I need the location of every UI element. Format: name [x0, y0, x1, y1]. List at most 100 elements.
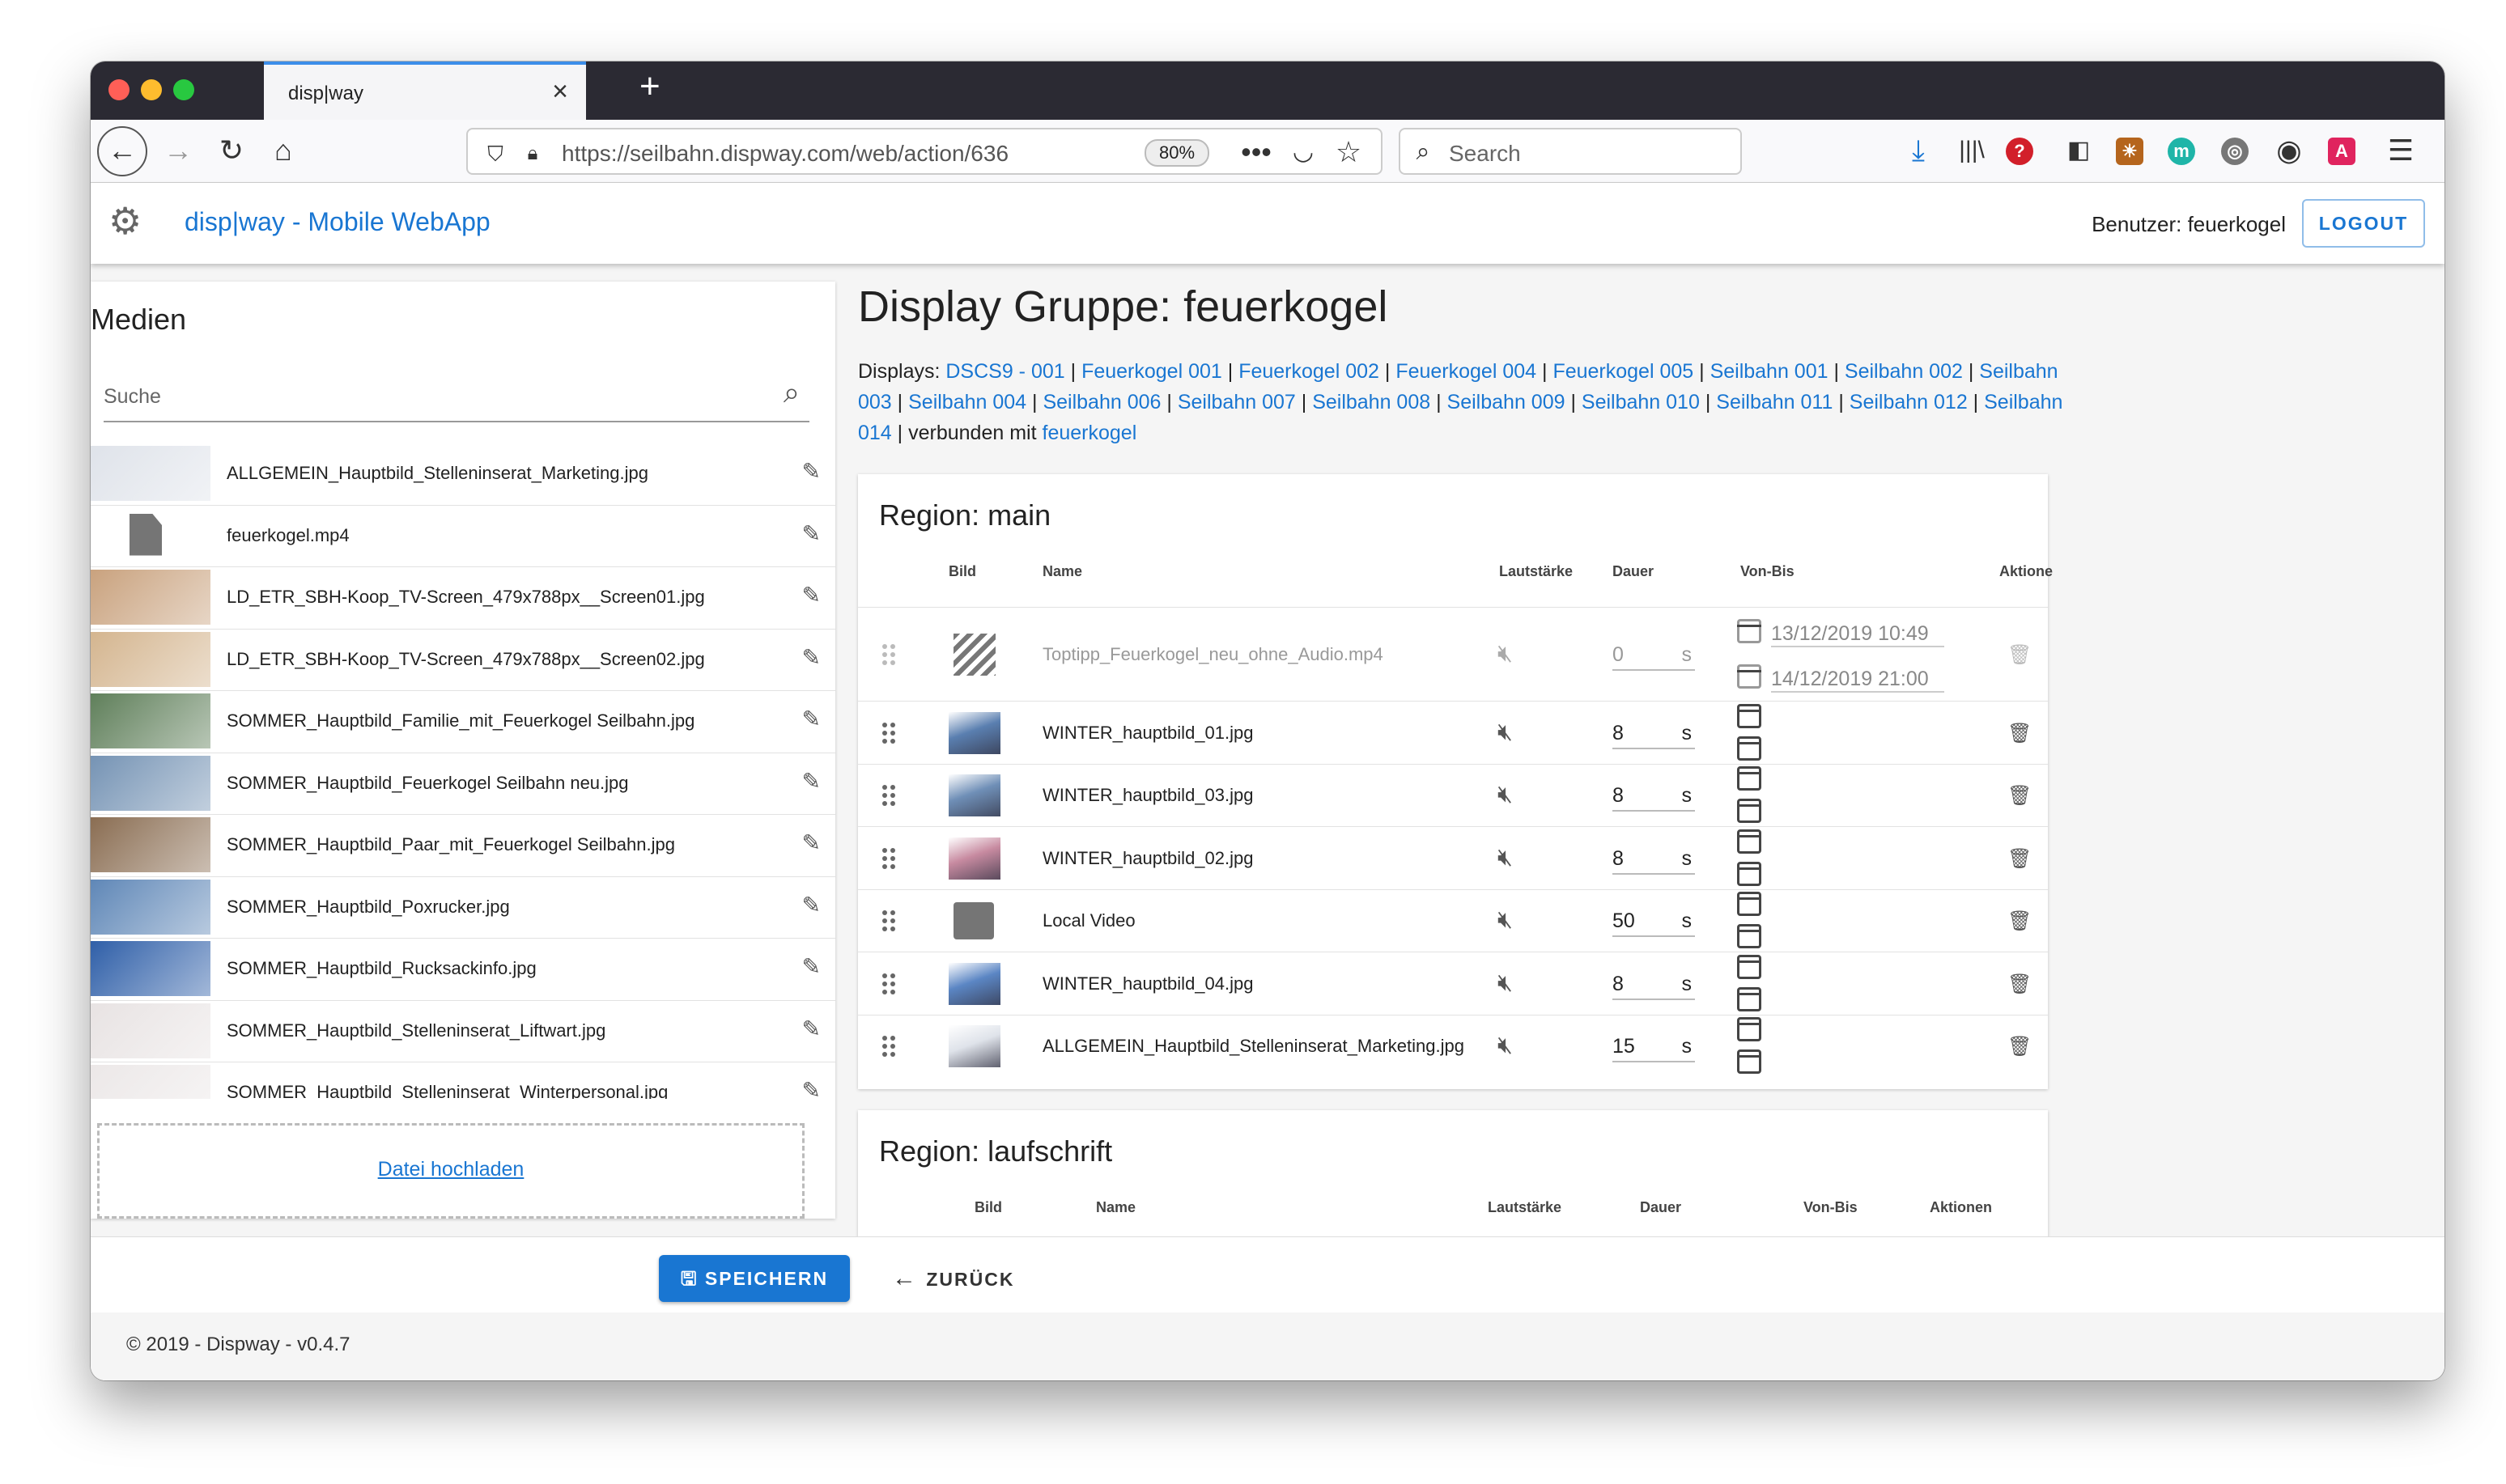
minimize-window-button[interactable]	[141, 79, 162, 100]
media-list-item[interactable]: SOMMER_Hauptbild_Stelleninserat_Liftwart…	[91, 1001, 835, 1062]
mute-icon[interactable]: 🔇︎	[1497, 640, 1513, 668]
calendar-icon[interactable]	[1737, 954, 1761, 979]
display-link[interactable]: Seilbahn 009	[1447, 391, 1565, 413]
media-list-item[interactable]: ALLGEMEIN_Hauptbild_Stelleninserat_Marke…	[91, 443, 835, 506]
drag-handle-icon[interactable]	[882, 910, 898, 932]
calendar-icon[interactable]	[1737, 892, 1761, 917]
duration-input[interactable]: 8s	[1612, 784, 1695, 812]
extension-globe-icon[interactable]: ◎	[2221, 138, 2249, 165]
media-list-item[interactable]: SOMMER_Hauptbild_Paar_mit_Feuerkogel Sei…	[91, 815, 835, 877]
mute-icon[interactable]: 🔇︎	[1497, 906, 1513, 934]
extension-a-icon[interactable]: A	[2328, 138, 2355, 165]
date-from[interactable]: 13/12/2019 10:49	[1771, 622, 1944, 647]
edit-pencil-icon[interactable]: ✎	[802, 892, 821, 918]
display-link[interactable]: DSCS9 - 001	[945, 360, 1064, 383]
duration-input[interactable]: 8s	[1612, 847, 1695, 875]
menu-icon[interactable]: ☰	[2381, 131, 2420, 170]
calendar-icon[interactable]	[1737, 986, 1761, 1011]
calendar-icon[interactable]	[1737, 736, 1761, 761]
search-icon[interactable]: ⌕	[784, 375, 800, 410]
display-link[interactable]: Seilbahn 006	[1043, 391, 1161, 413]
display-link[interactable]: Feuerkogel 002	[1238, 360, 1379, 383]
delete-icon[interactable]: 🗑︎	[2007, 1035, 2032, 1058]
edit-pencil-icon[interactable]: ✎	[802, 520, 821, 547]
calendar-icon[interactable]	[1737, 766, 1761, 791]
calendar-icon[interactable]	[1737, 829, 1761, 854]
shield-icon[interactable]: ⛉	[476, 134, 515, 173]
edit-pencil-icon[interactable]: ✎	[802, 953, 821, 980]
duration-input[interactable]: 8s	[1612, 973, 1695, 1000]
display-link[interactable]: Seilbahn 008	[1312, 391, 1430, 413]
edit-pencil-icon[interactable]: ✎	[802, 458, 821, 485]
upload-link[interactable]: Datei hochladen	[100, 1158, 802, 1181]
display-link[interactable]: Feuerkogel 001	[1081, 360, 1222, 383]
media-list-item[interactable]: SOMMER_Hauptbild_Rucksackinfo.jpg ✎	[91, 939, 835, 1001]
drag-handle-icon[interactable]	[882, 973, 898, 994]
extension-help-icon[interactable]: ?	[2006, 138, 2033, 165]
account-icon[interactable]: ◉	[2270, 131, 2308, 170]
gear-icon[interactable]: ⚙	[108, 199, 142, 243]
close-window-button[interactable]	[108, 79, 130, 100]
download-icon[interactable]: ⤓	[1899, 131, 1938, 170]
calendar-icon[interactable]	[1737, 861, 1761, 886]
mute-icon[interactable]: 🔇︎	[1497, 969, 1513, 997]
back-icon[interactable]: ←	[97, 126, 147, 176]
bookmark-star-icon[interactable]: ☆	[1329, 133, 1368, 172]
zoom-indicator[interactable]: 80%	[1145, 139, 1209, 167]
maximize-window-button[interactable]	[173, 79, 194, 100]
more-icon[interactable]: •••	[1237, 133, 1276, 172]
pocket-icon[interactable]: ◡	[1284, 133, 1323, 172]
edit-pencil-icon[interactable]: ✎	[802, 1077, 821, 1099]
calendar-icon[interactable]	[1737, 1017, 1761, 1042]
calendar-icon[interactable]	[1737, 703, 1761, 728]
display-link[interactable]: Seilbahn 002	[1845, 360, 1963, 383]
duration-input[interactable]: 8s	[1612, 722, 1695, 749]
drag-handle-icon[interactable]	[882, 1036, 898, 1058]
mute-icon[interactable]: 🔇︎	[1497, 1032, 1513, 1059]
media-list-item[interactable]: SOMMER_Hauptbild_Feuerkogel Seilbahn neu…	[91, 753, 835, 815]
mute-icon[interactable]: 🔇︎	[1497, 781, 1513, 808]
duration-input[interactable]: 50 s	[1612, 909, 1695, 938]
upload-dropzone[interactable]: Datei hochladen	[97, 1123, 805, 1219]
date-to[interactable]: 14/12/2019 21:00	[1771, 668, 1944, 693]
drag-handle-icon[interactable]	[882, 847, 898, 869]
delete-icon[interactable]: 🗑︎	[2007, 847, 2032, 871]
calendar-icon[interactable]	[1737, 1049, 1761, 1075]
search-box[interactable]: ⌕ Search	[1399, 128, 1742, 175]
reload-icon[interactable]: ↻	[212, 131, 251, 170]
delete-icon[interactable]: 🗑︎	[2007, 784, 2032, 808]
delete-icon[interactable]: 🗑︎	[2007, 722, 2032, 745]
media-list-item[interactable]: LD_ETR_SBH-Koop_TV-Screen_479x788px__Scr…	[91, 630, 835, 691]
connected-link[interactable]: feuerkogel	[1043, 422, 1137, 444]
calendar-icon[interactable]	[1737, 664, 1761, 689]
display-link[interactable]: Seilbahn 011	[1716, 391, 1833, 413]
display-link[interactable]: Seilbahn 001	[1710, 360, 1829, 383]
display-link[interactable]: Feuerkogel 004	[1395, 360, 1536, 383]
media-list-item[interactable]: LD_ETR_SBH-Koop_TV-Screen_479x788px__Scr…	[91, 567, 835, 630]
delete-icon[interactable]: 🗑︎	[2007, 643, 2032, 667]
edit-pencil-icon[interactable]: ✎	[802, 644, 821, 671]
back-button[interactable]: ← ZURÜCK	[892, 1255, 1030, 1302]
extension-sun-icon[interactable]: ☀	[2116, 138, 2143, 165]
edit-pencil-icon[interactable]: ✎	[802, 706, 821, 732]
calendar-icon[interactable]	[1737, 924, 1761, 949]
mute-icon[interactable]: 🔇︎	[1497, 719, 1513, 746]
edit-pencil-icon[interactable]: ✎	[802, 582, 821, 608]
lock-icon[interactable]: 🔒︎	[513, 134, 552, 173]
display-link[interactable]: Seilbahn 010	[1582, 391, 1700, 413]
address-bar[interactable]: ⛉ 🔒︎ https://seilbahn.dispway.com/web/ac…	[466, 128, 1383, 175]
library-icon[interactable]: |||\	[1952, 131, 1991, 170]
drag-handle-icon[interactable]	[882, 785, 898, 807]
save-button[interactable]: 🖫︎ SPEICHERN	[659, 1255, 850, 1302]
calendar-icon[interactable]	[1737, 619, 1761, 643]
app-title[interactable]: disp|way - Mobile WebApp	[185, 207, 491, 237]
display-link[interactable]: Seilbahn 004	[908, 391, 1026, 413]
sidebar-icon[interactable]: ◧	[2059, 131, 2098, 170]
logout-button[interactable]: LOGOUT	[2302, 199, 2425, 248]
duration-input[interactable]: 15 s	[1612, 1035, 1695, 1063]
duration-input[interactable]: 0s	[1612, 643, 1695, 671]
media-list-item[interactable]: SOMMER_Hauptbild_Stelleninserat_Winterpe…	[91, 1062, 835, 1099]
display-link[interactable]: Feuerkogel 005	[1552, 360, 1693, 383]
edit-pencil-icon[interactable]: ✎	[802, 768, 821, 795]
home-icon[interactable]: ⌂	[264, 131, 303, 170]
